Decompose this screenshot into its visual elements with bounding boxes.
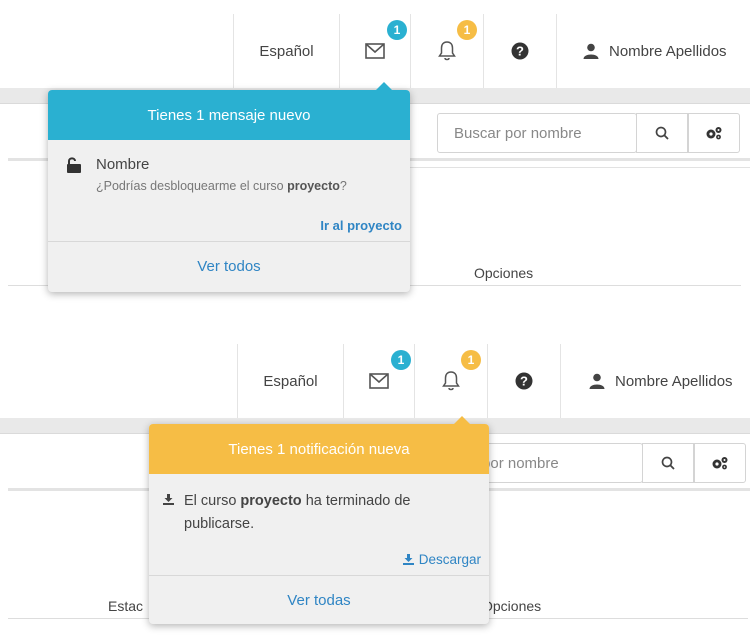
user-icon (583, 43, 599, 59)
search-icon (661, 456, 675, 470)
messages-badge: 1 (391, 350, 411, 370)
search-button[interactable] (642, 443, 694, 483)
message-text-end: ? (339, 179, 347, 193)
download-label: Descargar (418, 552, 481, 567)
user-menu[interactable]: Nombre Apellidos (560, 344, 750, 418)
options-column-header: Opciones (474, 265, 534, 281)
content-area (408, 167, 750, 267)
user-name: Nombre Apellidos (615, 372, 733, 390)
help-button[interactable]: ? (483, 14, 556, 88)
envelope-icon (369, 373, 389, 389)
language-label: Español (259, 42, 314, 60)
options-column-header: Opciones (482, 598, 542, 614)
notification-course-name: proyecto (240, 493, 302, 509)
message-sender: Nombre (96, 156, 150, 173)
language-selector[interactable]: Español (233, 14, 339, 88)
notifications-badge: 1 (461, 350, 481, 370)
popover-arrow (376, 82, 392, 90)
notification-item[interactable]: El curso proyecto ha terminado de public… (149, 474, 489, 576)
view-all-messages-link[interactable]: Ver todos (48, 242, 410, 290)
go-to-project-link[interactable]: Ir al proyecto (320, 218, 402, 233)
notification-text-mid: ha terminado de (301, 493, 411, 509)
messages-popover-header: Tienes 1 mensaje nuevo (48, 90, 410, 140)
popover-arrow (454, 416, 470, 424)
question-circle-icon: ? (511, 42, 529, 60)
top-navigation: Español 1 1 ? Nombre Apellidos (0, 0, 750, 88)
user-name: Nombre Apellidos (609, 42, 727, 60)
download-icon (163, 494, 174, 505)
view-all-notifications-link[interactable]: Ver todas (149, 576, 489, 624)
question-circle-icon: ? (515, 372, 533, 390)
top-navigation: Español 1 1 ? Nombre Apellidos (0, 330, 750, 418)
status-column-header: Estac (108, 598, 144, 614)
notifications-popover-header: Tienes 1 notificación nueva (149, 424, 489, 474)
notification-text-line2: publicarse. (184, 516, 255, 532)
download-icon (402, 554, 414, 565)
help-button[interactable]: ? (487, 344, 560, 418)
svg-text:?: ? (516, 44, 524, 59)
message-text: ¿Podrías desbloquearme el curso (96, 179, 288, 193)
notifications-badge: 1 (457, 20, 477, 40)
gears-icon (712, 457, 728, 470)
bell-icon (442, 371, 460, 391)
unlock-icon (67, 157, 81, 173)
download-link[interactable]: Descargar (402, 552, 481, 567)
language-label: Español (263, 372, 318, 390)
notification-text: El curso proyecto ha terminado de public… (184, 490, 411, 536)
settings-button[interactable] (694, 443, 746, 483)
user-menu[interactable]: Nombre Apellidos (556, 14, 750, 88)
gears-icon (706, 127, 722, 140)
message-preview: ¿Podrías desbloquearme el curso proyecto… (96, 179, 347, 193)
messages-panel: Español 1 1 ? Nombre Apellidos Buscar po… (0, 0, 750, 310)
language-selector[interactable]: Español (237, 344, 343, 418)
notification-text-start: El curso (184, 493, 241, 509)
notifications-popover: Tienes 1 notificación nueva El curso pro… (149, 416, 489, 624)
bell-icon (438, 41, 456, 61)
message-item[interactable]: Nombre ¿Podrías desbloquearme el curso p… (48, 140, 410, 242)
search-button[interactable] (636, 113, 688, 153)
notifications-panel: Español 1 1 ? Nombre Apellidos car por n… (0, 330, 750, 641)
search-icon (655, 126, 669, 140)
user-icon (589, 373, 605, 389)
envelope-icon (365, 43, 385, 59)
messages-popover: Tienes 1 mensaje nuevo Nombre ¿Podrías d… (48, 82, 410, 292)
message-course-name: proyecto (287, 179, 340, 193)
svg-text:?: ? (520, 374, 528, 389)
settings-button[interactable] (688, 113, 740, 153)
messages-badge: 1 (387, 20, 407, 40)
search-input[interactable]: Buscar por nombre (437, 113, 637, 153)
